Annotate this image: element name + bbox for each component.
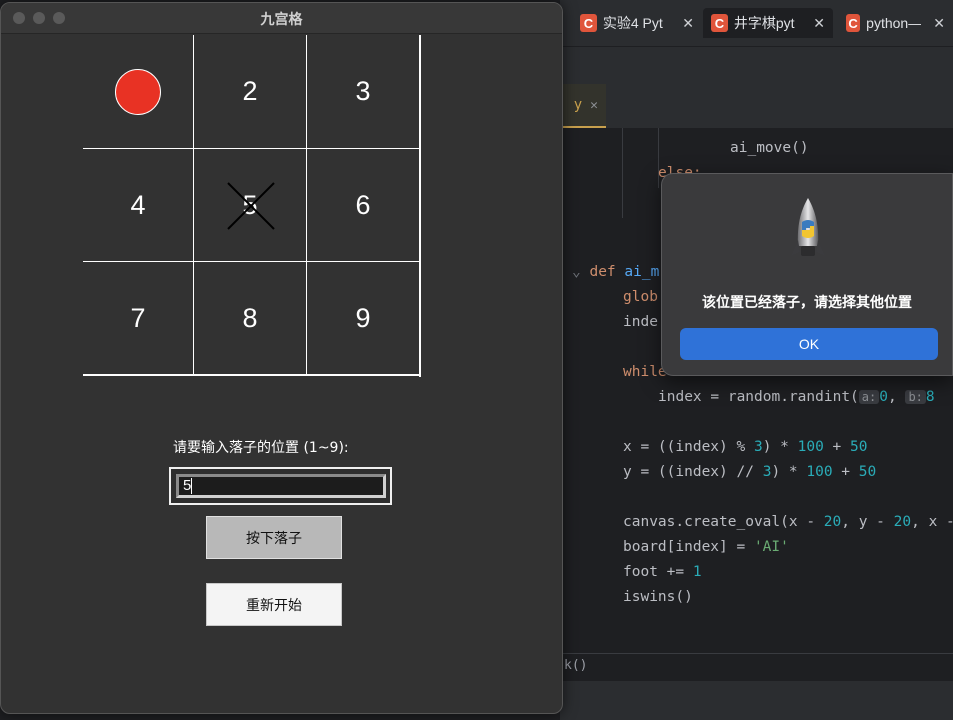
- code-line: ⌄ def ai_m: [572, 264, 660, 280]
- code-line: ai_move(): [730, 140, 809, 156]
- alert-message: 该位置已经落子，请选择其他位置: [702, 295, 912, 311]
- cell-number: 8: [242, 302, 258, 333]
- x-piece: [227, 182, 275, 230]
- input-value: 5: [183, 477, 192, 494]
- alert-dialog: 该位置已经落子，请选择其他位置 OK: [661, 173, 953, 376]
- window-title: 九宫格: [260, 12, 303, 28]
- board-cell-2[interactable]: 2: [194, 35, 306, 148]
- board-cell-4[interactable]: 4: [83, 149, 193, 261]
- board-cell-5[interactable]: 5: [194, 149, 306, 261]
- code-line: board[index] = 'AI': [623, 539, 789, 555]
- cell-number: 6: [355, 189, 371, 220]
- position-input[interactable]: 5: [176, 474, 386, 498]
- tk-game-window: 九宫格 2 3 4 5 6 7 8 9 请要输入落子的位置 (1~9): 5 按…: [0, 2, 563, 714]
- ide-bottom-panel: [560, 681, 953, 720]
- close-icon[interactable]: ✕: [813, 15, 825, 32]
- cell-number: 7: [130, 302, 146, 333]
- python-launcher-icon: [791, 198, 825, 256]
- pycharm-file-icon: C: [580, 14, 597, 32]
- board-cell-6[interactable]: 6: [307, 149, 419, 261]
- ide-toolbar: [560, 46, 953, 85]
- ide-tab-tictactoe[interactable]: C 井字棋pyt ✕: [703, 8, 833, 38]
- close-icon[interactable]: ✕: [590, 98, 598, 113]
- ide-tab-lab4[interactable]: C 实验4 Pyt ✕: [572, 8, 702, 38]
- position-prompt-label: 请要输入落子的位置 (1~9):: [173, 440, 349, 456]
- ide-tab-label: python—: [866, 15, 922, 31]
- close-icon[interactable]: ✕: [933, 15, 945, 32]
- board-cell-9[interactable]: 9: [307, 262, 419, 374]
- code-line: foot += 1: [623, 564, 702, 580]
- cell-number: 2: [242, 76, 258, 106]
- ide-tab-bar: C 实验4 Pyt ✕ C 井字棋pyt ✕ C python— ✕: [560, 0, 953, 46]
- code-line: y = ((index) // 3) * 100 + 50: [623, 464, 877, 480]
- ok-button[interactable]: OK: [680, 328, 938, 360]
- drop-piece-button[interactable]: 按下落子: [206, 516, 342, 559]
- code-line: glob: [623, 289, 658, 305]
- board-cell-3[interactable]: 3: [307, 35, 419, 148]
- breadcrumb-text: k(): [564, 658, 588, 673]
- code-line: inde: [623, 314, 658, 330]
- cell-number: 9: [355, 302, 371, 333]
- red-circle-piece: [115, 68, 161, 115]
- ide-tab-label: 井字棋pyt: [733, 15, 795, 31]
- close-icon[interactable]: ✕: [682, 15, 694, 32]
- board-cell-1[interactable]: [83, 35, 193, 148]
- cell-number: 3: [355, 76, 371, 106]
- text-caret: [191, 478, 193, 495]
- file-tab-label: y: [573, 97, 583, 113]
- cell-number: 4: [130, 189, 146, 220]
- restart-button[interactable]: 重新开始: [206, 583, 342, 626]
- code-line: iswins(): [623, 589, 693, 605]
- pycharm-file-icon: C: [846, 14, 861, 32]
- ide-file-tab-active[interactable]: y ✕: [560, 84, 606, 128]
- board-cell-8[interactable]: 8: [194, 262, 306, 374]
- grid-line: [83, 374, 421, 376]
- code-line: x = ((index) % 3) * 100 + 50: [623, 439, 868, 455]
- ide-breadcrumb-bar: k(): [560, 653, 953, 682]
- code-line: index = random.randint(a: 0, b: 8: [658, 389, 935, 405]
- board-cell-7[interactable]: 7: [83, 262, 193, 374]
- code-line: canvas.create_oval(x - 20, y - 20, x -: [623, 514, 953, 530]
- position-input-frame: 5: [169, 467, 392, 505]
- ide-tab-python[interactable]: C python— ✕: [838, 8, 953, 38]
- pycharm-file-icon: C: [711, 14, 728, 32]
- code-line: while: [623, 364, 667, 380]
- indent-guide: [622, 128, 623, 218]
- window-titlebar: 九宫格: [1, 3, 562, 34]
- ide-file-tabs: y ✕: [560, 84, 953, 129]
- ide-tab-label: 实验4 Pyt: [602, 15, 663, 31]
- tictactoe-board[interactable]: 2 3 4 5 6 7 8 9: [83, 35, 422, 377]
- grid-line: [419, 35, 421, 377]
